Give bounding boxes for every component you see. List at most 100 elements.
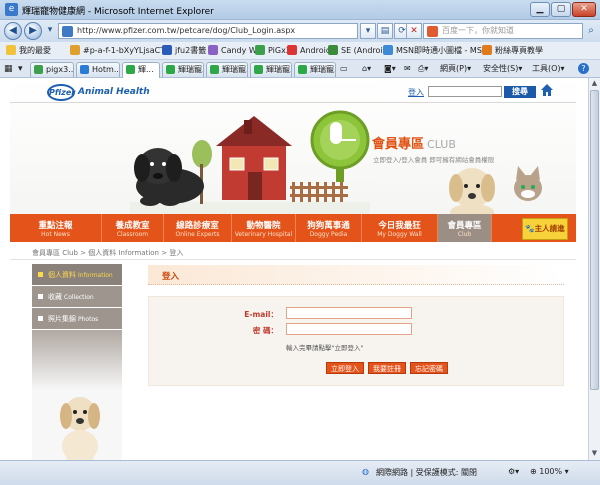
url-text: http://www.pfizer.com.tw/petcare/dog/Clu…: [77, 26, 296, 35]
favorite-link[interactable]: Candy Wu: [208, 45, 262, 57]
help-icon[interactable]: ?: [578, 63, 589, 74]
print-icon[interactable]: ⎙▾: [418, 63, 428, 75]
sidebar-item-photos[interactable]: 照片集錦 Photos: [32, 308, 122, 330]
vertical-scrollbar[interactable]: ▲ ▼: [588, 78, 600, 460]
pfizer-logo[interactable]: Pfizer: [47, 84, 75, 101]
quick-tabs-icon[interactable]: ▦: [4, 63, 13, 75]
favorites-bar: 我的最愛 #p-a-f-1-bXyYLjsaCT8 jfu2書籤 Candy W…: [0, 42, 600, 60]
stop-icon[interactable]: ✕: [406, 23, 422, 39]
browser-tab[interactable]: 輝瑞寵...: [294, 62, 336, 77]
favorite-link[interactable]: 粉絲專頁教學: [482, 45, 543, 57]
address-toolbar: ◀ ▶ ▾ http://www.pfizer.com.tw/petcare/d…: [0, 20, 600, 42]
tab-favicon-icon: [80, 65, 89, 74]
header-divider: [10, 102, 576, 103]
tab-list-icon[interactable]: ▾: [18, 63, 23, 75]
nav-hot-news[interactable]: 重點注報 Hot News: [10, 214, 102, 242]
owner-login-button[interactable]: 🐾主人請進: [522, 218, 568, 240]
password-field[interactable]: [286, 323, 412, 335]
site-container: Pfizer Animal Health 登入 搜尋 會員專區 CLUB 立即登入…: [10, 78, 576, 460]
forward-button[interactable]: ▶: [24, 22, 42, 40]
site-search-button[interactable]: 搜尋: [504, 86, 536, 98]
favorite-link[interactable]: jfu2書籤: [162, 45, 206, 57]
favorites-star-icon: [6, 45, 16, 55]
nav-classroom[interactable]: 養成教室 Classroom: [102, 214, 164, 242]
zoom-control[interactable]: ⊕ 100% ▾: [530, 467, 569, 476]
bullet-icon: [38, 272, 43, 277]
banner-illustration: [130, 110, 370, 214]
read-mail-icon[interactable]: ✉: [404, 63, 411, 75]
search-placeholder: 百度一下，你就知道: [442, 26, 514, 35]
favorite-icon: [383, 45, 393, 55]
tab-favicon-icon: [210, 65, 219, 74]
browser-tab-active[interactable]: 輝...: [122, 62, 160, 78]
favorite-link[interactable]: SE (Android): [328, 45, 391, 57]
nav-online-experts[interactable]: 線路診療室 Online Experts: [164, 214, 232, 242]
maximize-button[interactable]: ▢: [551, 2, 571, 17]
home-icon[interactable]: [540, 83, 554, 97]
compatibility-view-icon[interactable]: ▤: [377, 23, 393, 39]
email-field[interactable]: [286, 307, 412, 319]
browser-tab[interactable]: pigx3...: [30, 62, 74, 77]
nav-club[interactable]: 會員專區 Club: [438, 214, 492, 242]
favorite-link[interactable]: #p-a-f-1-bXyYLjsaCT8: [70, 45, 170, 57]
favorite-link[interactable]: PiGx3: [255, 45, 291, 57]
favorite-icon: [255, 45, 265, 55]
breadcrumb: 會員專區 Club > 個人資料 Information > 登入: [32, 249, 184, 257]
club-title: 會員專區 CLUB: [372, 137, 456, 152]
sidebar-item-collection[interactable]: 收藏 Collection: [32, 286, 122, 308]
zoom-icon: ⊕: [530, 467, 540, 476]
protected-mode-icon[interactable]: ⚙▾: [508, 467, 519, 476]
paw-icon: 🐾: [525, 224, 535, 233]
search-input[interactable]: 百度一下，你就知道: [423, 23, 583, 39]
favorites-button[interactable]: 我的最愛: [6, 45, 51, 57]
status-bar: ◍ 網際網路 | 受保護模式: 關閉 ⚙▾ ⊕ 100% ▾: [0, 460, 600, 485]
history-dropdown-icon[interactable]: ▾: [42, 23, 58, 39]
zone-status: 網際網路 | 受保護模式: 關閉: [376, 468, 478, 477]
site-banner: Pfizer Animal Health 登入 搜尋 會員專區 CLUB 立即登入…: [10, 78, 576, 214]
forgot-password-button[interactable]: 忘記密碼: [410, 362, 448, 374]
back-button[interactable]: ◀: [4, 22, 22, 40]
search-provider-icon: [427, 26, 438, 37]
favorite-icon: [328, 45, 338, 55]
nav-doggy-pedia[interactable]: 狗狗萬事通 Doggy Pedia: [296, 214, 362, 242]
breadcrumb-divider: [10, 259, 576, 260]
scroll-down-icon[interactable]: ▼: [589, 448, 600, 459]
club-subtitle: 立即登入/登入會員 即可擁有網站會員權限: [373, 156, 495, 164]
login-submit-button[interactable]: 立即登入: [326, 362, 364, 374]
favorite-link[interactable]: MSN即時通小圖檔 - MS...: [383, 45, 490, 57]
browser-tab[interactable]: 輝瑞寵...: [206, 62, 248, 77]
safety-menu[interactable]: 安全性(S)▾: [483, 63, 522, 75]
favorite-icon: [208, 45, 218, 55]
sidebar-item-information[interactable]: 個人資料 Information: [32, 264, 122, 286]
search-icon[interactable]: ⌕: [584, 23, 598, 39]
header-login-link[interactable]: 登入: [408, 87, 424, 98]
page-menu[interactable]: 網頁(P)▾: [440, 63, 471, 75]
tools-menu[interactable]: 工具(O)▾: [532, 63, 565, 75]
pets-illustration: [449, 166, 542, 214]
url-field[interactable]: http://www.pfizer.com.tw/petcare/dog/Clu…: [58, 23, 358, 39]
nav-veterinary-hospital[interactable]: 動物醫院 Veterinary Hospital: [232, 214, 296, 242]
register-button[interactable]: 我要註冊: [368, 362, 406, 374]
new-tab-icon[interactable]: ▭: [340, 63, 348, 75]
bullet-icon: [38, 294, 43, 299]
main-nav: 重點注報 Hot News 養成教室 Classroom 線路診療室 Online E…: [10, 214, 576, 242]
favorite-link[interactable]: Android: [287, 45, 331, 57]
url-dropdown-icon[interactable]: ▾: [360, 23, 376, 39]
browser-tab[interactable]: 輝瑞寵...: [162, 62, 204, 77]
feeds-icon[interactable]: ◙▾: [384, 63, 396, 75]
sidebar-puppy-image: [60, 397, 100, 460]
browser-tab[interactable]: 輝瑞寵...: [250, 62, 292, 77]
scroll-up-icon[interactable]: ▲: [589, 78, 600, 89]
home-toolbar-icon[interactable]: ⌂▾: [362, 63, 371, 75]
internet-zone-icon: ◍: [362, 467, 369, 476]
scrollbar-thumb[interactable]: [590, 90, 599, 390]
site-search-input[interactable]: [428, 86, 502, 97]
favorite-icon: [70, 45, 80, 55]
browser-tab[interactable]: Hotm...: [76, 62, 120, 77]
close-window-button[interactable]: ✕: [572, 2, 596, 17]
nav-my-doggy-wall[interactable]: 今日我最狂 My Doggy Wall: [362, 214, 438, 242]
favorite-icon: [162, 45, 172, 55]
minimize-button[interactable]: ▁: [530, 2, 550, 17]
login-heading-bar: [148, 265, 564, 285]
sidebar-gradient: [32, 330, 122, 390]
